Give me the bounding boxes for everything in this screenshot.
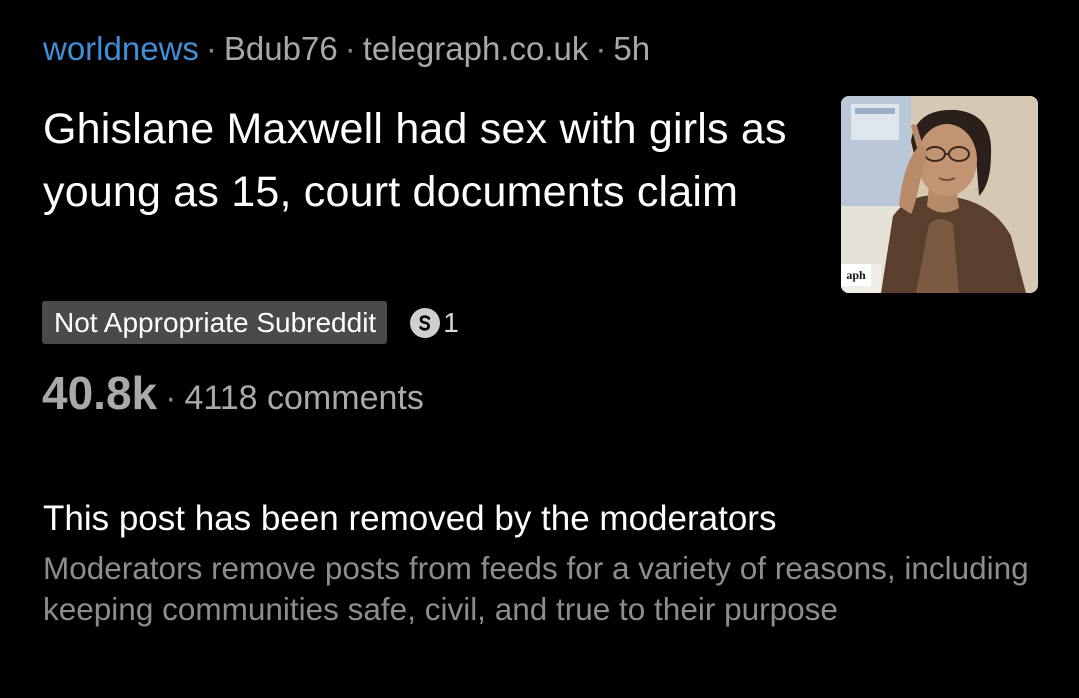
domain-link[interactable]: telegraph.co.uk: [363, 30, 589, 67]
subreddit-link[interactable]: worldnews: [43, 30, 199, 67]
meta-separator: ·: [344, 30, 356, 67]
post-thumbnail[interactable]: aph: [841, 96, 1038, 293]
meta-separator: ·: [205, 30, 217, 67]
post-title[interactable]: Ghislane Maxwell had sex with girls as y…: [43, 98, 833, 224]
post-stats: 40.8k · 4118 comments: [42, 366, 424, 426]
stats-separator: ·: [165, 379, 177, 417]
removed-notice-description: Moderators remove posts from feeds for a…: [43, 550, 1029, 627]
removed-notice-title: This post has been removed by the modera…: [43, 499, 777, 538]
post-card[interactable]: worldnews · Bdub76 · telegraph.co.uk · 5h Ghis…: [0, 0, 1079, 698]
meta-separator: ·: [595, 30, 607, 67]
post-age: 5h: [613, 30, 651, 67]
vote-score: 40.8k: [42, 367, 158, 419]
thumbnail-caption: aph: [841, 264, 871, 286]
award-count: 1: [443, 306, 459, 338]
award-badge[interactable]: 1: [410, 307, 459, 339]
post-meta: worldnews · Bdub76 · telegraph.co.uk · 5h: [43, 28, 650, 70]
silver-award-icon: [410, 307, 441, 338]
author-link[interactable]: Bdub76: [224, 30, 338, 67]
flair-row: Not Appropriate Subreddit 1: [42, 301, 459, 344]
comments-count[interactable]: 4118 comments: [184, 379, 423, 418]
post-flair[interactable]: Not Appropriate Subreddit: [42, 301, 388, 344]
